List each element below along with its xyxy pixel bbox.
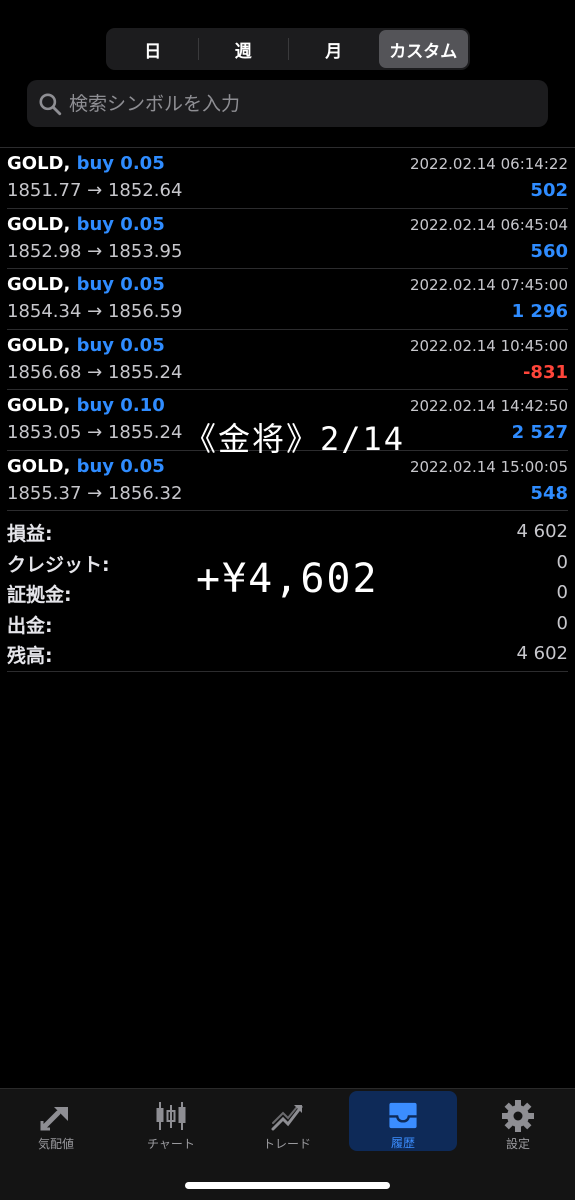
tab-label: トレード <box>262 1137 311 1151</box>
summary-row-profit: 損益: 4 602 <box>7 516 568 547</box>
trade-profit: -831 <box>522 361 568 383</box>
trade-title: GOLD, buy 0.05 <box>7 274 165 295</box>
summary-label: 出金: <box>7 614 53 637</box>
home-indicator <box>185 1182 390 1189</box>
trade-prices: 1853.05 → 1855.24 <box>7 422 183 443</box>
search-icon <box>39 92 62 115</box>
gear-icon <box>502 1100 534 1132</box>
trade-type: buy 0.10 <box>76 395 165 416</box>
trade-symbol: GOLD, <box>7 455 71 477</box>
trade-time: 2022.02.14 14:42:50 <box>409 397 568 415</box>
trade-type: buy 0.05 <box>76 274 165 295</box>
summary-label: クレジット: <box>7 553 110 576</box>
trade-profit: 548 <box>530 482 568 504</box>
tab-label: 履歴 <box>390 1136 415 1150</box>
tab-history[interactable]: 履歴 <box>349 1091 457 1151</box>
trade-row[interactable]: GOLD, buy 0.05 2022.02.14 06:14:22 1851.… <box>7 148 568 209</box>
trade-type: buy 0.05 <box>76 334 165 356</box>
tab-settings[interactable]: 設定 <box>462 1091 574 1153</box>
summary-label: 損益: <box>7 523 53 545</box>
summary-value: 4 602 <box>516 643 568 664</box>
tab-trade[interactable]: トレード <box>231 1091 343 1153</box>
trade-time: 2022.02.14 07:45:00 <box>409 276 568 294</box>
history-screen: 日 週 月 カスタム GOLD, buy 0.05 2022.02.14 06:… <box>0 0 575 1200</box>
trade-time: 2022.02.14 10:45:00 <box>409 336 568 355</box>
trade-row[interactable]: GOLD, buy 0.05 2022.02.14 07:45:00 1854.… <box>7 269 568 330</box>
trade-title: GOLD, buy 0.05 <box>7 214 165 235</box>
trade-prices: 1852.98 → 1853.95 <box>7 240 183 262</box>
trade-trend-icon <box>271 1105 303 1131</box>
tab-label: チャート <box>147 1137 195 1151</box>
segment-day[interactable]: 日 <box>108 30 198 68</box>
summary-value: 0 <box>556 551 568 573</box>
trade-time: 2022.02.14 06:14:22 <box>409 155 568 173</box>
search-bar[interactable] <box>27 80 548 127</box>
trade-time: 2022.02.14 15:00:05 <box>409 457 568 476</box>
trade-time: 2022.02.14 06:45:04 <box>409 215 568 234</box>
trade-symbol: GOLD, <box>7 153 71 174</box>
handwritten-amount-overlay: +¥4,602 <box>196 556 379 602</box>
trade-symbol: GOLD, <box>7 395 71 416</box>
trade-row[interactable]: GOLD, buy 0.05 2022.02.14 06:45:04 1852.… <box>7 209 568 269</box>
candlestick-chart-icon <box>156 1102 186 1130</box>
summary-label: 証拠金: <box>7 584 72 606</box>
trade-profit: 502 <box>530 180 568 201</box>
trade-title: GOLD, buy 0.05 <box>7 456 165 477</box>
trade-prices: 1851.77 → 1852.64 <box>7 180 183 201</box>
trade-symbol: GOLD, <box>7 213 71 235</box>
tab-label: 設定 <box>505 1137 530 1151</box>
segment-week[interactable]: 週 <box>199 30 289 68</box>
summary-value: 4 602 <box>516 521 568 542</box>
trade-type: buy 0.05 <box>76 153 165 174</box>
trade-profit: 2 527 <box>511 422 568 443</box>
history-inbox-icon <box>389 1102 417 1129</box>
summary-row-withdrawal: 出金: 0 <box>7 608 568 639</box>
trade-symbol: GOLD, <box>7 334 71 356</box>
period-segmented-control: 日 週 月 カスタム <box>106 28 470 70</box>
summary-value: 0 <box>556 582 568 603</box>
trade-profit: 1 296 <box>511 301 568 322</box>
trade-title: GOLD, buy 0.10 <box>7 395 165 416</box>
summary-label: 残高: <box>7 645 53 667</box>
trade-row[interactable]: GOLD, buy 0.05 2022.02.14 10:45:00 1856.… <box>7 330 568 390</box>
trade-type: buy 0.05 <box>76 455 165 477</box>
summary-value: 0 <box>556 612 568 634</box>
search-input[interactable] <box>69 92 529 115</box>
trade-title: GOLD, buy 0.05 <box>7 335 165 356</box>
tab-quotes[interactable]: 気配値 <box>0 1091 112 1153</box>
trade-title: GOLD, buy 0.05 <box>7 153 165 174</box>
handwritten-title-overlay: 《金将》2/14 <box>184 420 406 458</box>
segment-custom[interactable]: カスタム <box>378 30 468 68</box>
trade-symbol: GOLD, <box>7 274 71 295</box>
segment-month[interactable]: 月 <box>289 30 379 68</box>
trade-type: buy 0.05 <box>76 213 165 235</box>
trade-profit: 560 <box>530 240 568 262</box>
quotes-icon <box>40 1107 68 1131</box>
trade-prices: 1854.34 → 1856.59 <box>7 301 183 322</box>
trade-prices: 1855.37 → 1856.32 <box>7 482 183 504</box>
trade-prices: 1856.68 → 1855.24 <box>7 361 183 383</box>
divider <box>7 671 568 672</box>
summary-row-balance: 残高: 4 602 <box>7 638 568 669</box>
tab-chart[interactable]: チャート <box>115 1091 227 1153</box>
tab-label: 気配値 <box>37 1137 74 1151</box>
